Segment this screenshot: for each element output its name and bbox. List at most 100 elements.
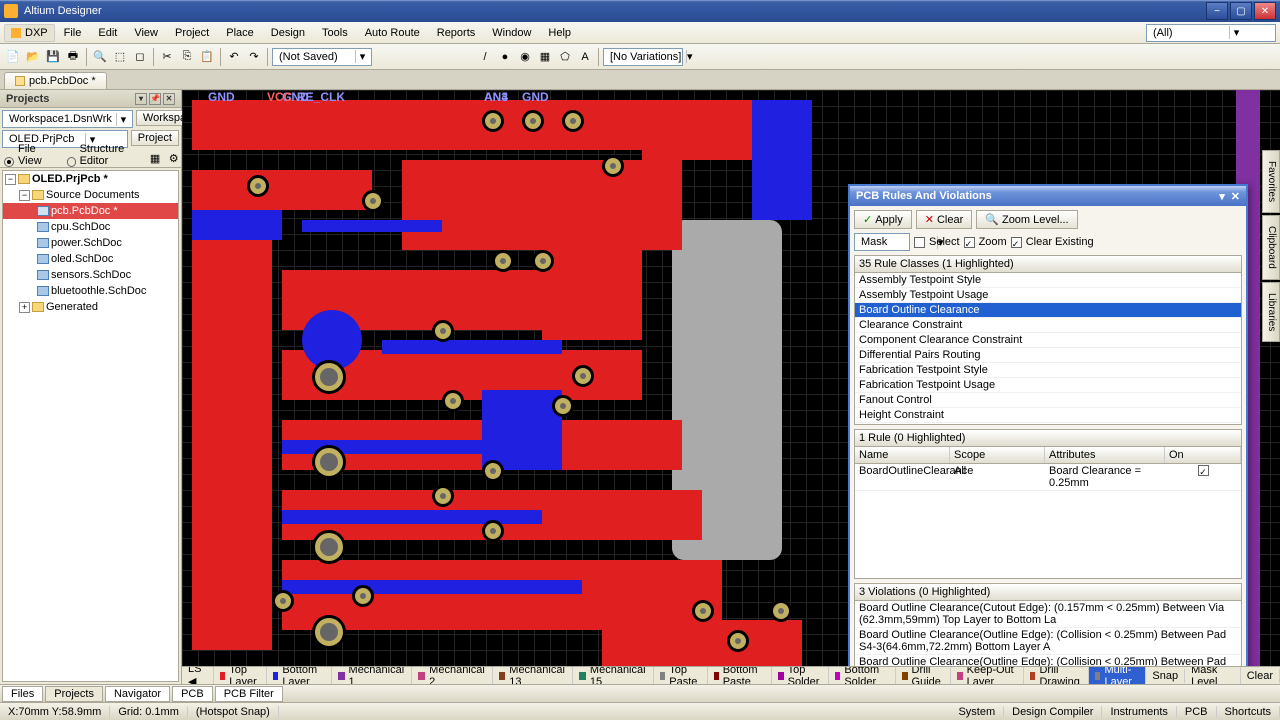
rules-grid[interactable]: 1 Rule (0 Highlighted) Name Scope Attrib… xyxy=(854,429,1242,579)
paste-icon[interactable]: 📋 xyxy=(198,48,216,66)
rules-panel-header[interactable]: PCB Rules And Violations ▾ ✕ xyxy=(850,186,1246,206)
menu-view[interactable]: View xyxy=(126,25,166,41)
rule-class-item[interactable]: Fabrication Testpoint Usage xyxy=(855,378,1241,393)
rule-class-item[interactable]: Assembly Testpoint Style xyxy=(855,273,1241,288)
layer-tab[interactable]: Drill Drawing xyxy=(1024,666,1089,684)
menu-help[interactable]: Help xyxy=(540,25,579,41)
violation-item[interactable]: Board Outline Clearance(Outline Edge): (… xyxy=(855,655,1241,666)
layer-tab[interactable]: Multi-Layer xyxy=(1089,666,1146,684)
layer-nav-prev[interactable]: LS ◀ xyxy=(182,666,214,684)
layer-tab[interactable]: Top Solder xyxy=(772,666,829,684)
tree-file-power[interactable]: power.SchDoc xyxy=(3,235,178,251)
zoom-area-icon[interactable]: 🔍 xyxy=(91,48,109,66)
via-icon[interactable]: ● xyxy=(496,48,514,66)
layer-tab[interactable]: Mechanical 15 xyxy=(573,666,654,684)
navigator-tab[interactable]: Navigator xyxy=(105,686,170,702)
tree-source-docs[interactable]: −Source Documents xyxy=(3,187,178,203)
zoom-checkbox[interactable] xyxy=(964,237,975,248)
tree-file-pcb[interactable]: pcb.PcbDoc * xyxy=(3,203,178,219)
open-icon[interactable]: 📂 xyxy=(24,48,42,66)
pcb-filter-tab[interactable]: PCB Filter xyxy=(215,686,283,702)
mask-level-button[interactable]: Mask Level xyxy=(1185,666,1241,684)
menu-file[interactable]: File xyxy=(56,25,90,41)
fill-icon[interactable]: ▦ xyxy=(536,48,554,66)
saved-combo[interactable]: (Not Saved)▾ xyxy=(272,48,372,66)
rule-class-item[interactable]: Fabrication Testpoint Style xyxy=(855,363,1241,378)
doc-tab-pcb[interactable]: pcb.PcbDoc * xyxy=(4,72,107,89)
rule-class-item[interactable]: Component Clearance Constraint xyxy=(855,333,1241,348)
panel-dropdown-icon[interactable]: ▾ xyxy=(135,93,147,105)
panel-pin-icon[interactable]: 📌 xyxy=(149,93,161,105)
mask-combo[interactable]: Mask▾ xyxy=(854,233,910,251)
snap-button[interactable]: Snap xyxy=(1146,669,1185,683)
violation-item[interactable]: Board Outline Clearance(Outline Edge): (… xyxy=(855,628,1241,655)
undo-icon[interactable]: ↶ xyxy=(225,48,243,66)
tree-project-root[interactable]: −OLED.PrjPcb * xyxy=(3,171,178,187)
poly-icon[interactable]: ⬠ xyxy=(556,48,574,66)
clear-button[interactable]: ✕Clear xyxy=(916,210,973,229)
text-icon[interactable]: A xyxy=(576,48,594,66)
violation-item[interactable]: Board Outline Clearance(Cutout Edge): (0… xyxy=(855,601,1241,628)
rule-class-item[interactable]: Hole Size Constraint xyxy=(855,423,1241,425)
rule-classes-list[interactable]: 35 Rule Classes (1 Highlighted) Assembly… xyxy=(854,255,1242,425)
select-checkbox[interactable] xyxy=(914,237,925,248)
pcb-tab[interactable]: PCB xyxy=(172,686,213,702)
status-system[interactable]: System xyxy=(950,706,1004,718)
menu-project[interactable]: Project xyxy=(167,25,217,41)
violations-list[interactable]: 3 Violations (0 Highlighted) Board Outli… xyxy=(854,583,1242,666)
tree-settings-icon[interactable]: ⚙ xyxy=(166,149,181,167)
favorites-tab[interactable]: Favorites xyxy=(1262,150,1280,213)
close-button[interactable]: ✕ xyxy=(1254,2,1276,20)
status-pcb[interactable]: PCB xyxy=(1177,706,1217,718)
rule-class-item[interactable]: Clearance Constraint xyxy=(855,318,1241,333)
menu-window[interactable]: Window xyxy=(484,25,539,41)
filter-combo[interactable]: (All)▾ xyxy=(1146,24,1276,42)
minimize-button[interactable]: − xyxy=(1206,2,1228,20)
print-icon[interactable]: 🖶 xyxy=(64,48,82,66)
menu-tools[interactable]: Tools xyxy=(314,25,356,41)
menu-edit[interactable]: Edit xyxy=(90,25,125,41)
zoom-sel-icon[interactable]: ◻ xyxy=(131,48,149,66)
project-tree[interactable]: −OLED.PrjPcb * −Source Documents pcb.Pcb… xyxy=(2,170,179,682)
rule-class-item[interactable]: Board Outline Clearance xyxy=(855,303,1241,318)
tree-generated[interactable]: +Generated xyxy=(3,299,178,315)
panel-close-icon[interactable]: ✕ xyxy=(163,93,175,105)
pcb-canvas[interactable]: GND GND RE_CLK AN3 AN4 GND VCC PCB Rules… xyxy=(182,90,1280,666)
dxp-menu[interactable]: DXP xyxy=(4,24,55,42)
apply-button[interactable]: ✓Apply xyxy=(854,210,912,229)
new-icon[interactable]: 📄 xyxy=(4,48,22,66)
zoom-level-button[interactable]: 🔍Zoom Level... xyxy=(976,210,1077,229)
rule-class-item[interactable]: Fanout Control xyxy=(855,393,1241,408)
workspace-combo[interactable]: Workspace1.DsnWrk▾ xyxy=(2,110,133,128)
layer-tab[interactable]: Keep-Out Layer xyxy=(951,666,1024,684)
variations-combo[interactable]: [No Variations]▾ xyxy=(603,48,683,66)
layer-tab[interactable]: Mechanical 13 xyxy=(493,666,574,684)
menu-autoroute[interactable]: Auto Route xyxy=(357,25,428,41)
copy-icon[interactable]: ⎘ xyxy=(178,48,196,66)
status-design-compiler[interactable]: Design Compiler xyxy=(1004,706,1102,718)
save-icon[interactable]: 💾 xyxy=(44,48,62,66)
pad-icon[interactable]: ◉ xyxy=(516,48,534,66)
tree-file-ble[interactable]: bluetoothle.SchDoc xyxy=(3,283,178,299)
layer-tab[interactable]: Mechanical 2 xyxy=(412,666,493,684)
menu-reports[interactable]: Reports xyxy=(429,25,484,41)
tree-file-oled[interactable]: oled.SchDoc xyxy=(3,251,178,267)
track-icon[interactable]: / xyxy=(476,48,494,66)
layer-tab[interactable]: Bottom Solder xyxy=(829,666,896,684)
layer-tab[interactable]: Bottom Paste xyxy=(708,666,773,684)
layer-tab[interactable]: Top Layer xyxy=(214,666,267,684)
rule-class-item[interactable]: Assembly Testpoint Usage xyxy=(855,288,1241,303)
structure-radio[interactable] xyxy=(67,157,75,167)
tree-file-cpu[interactable]: cpu.SchDoc xyxy=(3,219,178,235)
menu-place[interactable]: Place xyxy=(218,25,262,41)
libraries-tab[interactable]: Libraries xyxy=(1262,282,1280,342)
menu-design[interactable]: Design xyxy=(263,25,313,41)
rule-class-item[interactable]: Differential Pairs Routing xyxy=(855,348,1241,363)
rule-row[interactable]: BoardOutlineClearance All Board Clearanc… xyxy=(855,464,1241,491)
redo-icon[interactable]: ↷ xyxy=(245,48,263,66)
status-shortcuts[interactable]: Shortcuts xyxy=(1217,706,1280,718)
maximize-button[interactable]: ▢ xyxy=(1230,2,1252,20)
clear-existing-checkbox[interactable] xyxy=(1011,237,1022,248)
layer-tab[interactable]: Top Paste xyxy=(654,666,707,684)
rule-class-item[interactable]: Height Constraint xyxy=(855,408,1241,423)
